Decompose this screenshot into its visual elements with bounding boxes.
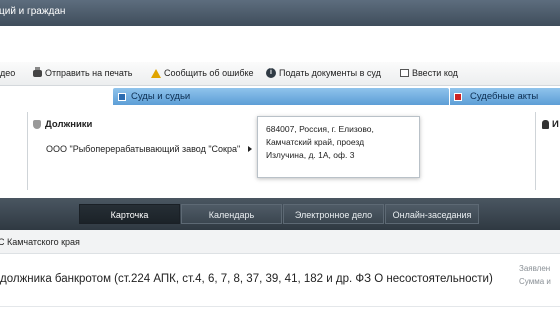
court-name-row: С Камчатского края: [0, 230, 560, 254]
tab-electronic-case-label: Электронное дело: [294, 210, 373, 220]
toolbar: део Отправить на печать Сообщить об ошиб…: [0, 62, 560, 86]
submit-documents-button[interactable]: i Подать документы в суд: [266, 68, 381, 78]
person-icon: [542, 120, 549, 129]
column-divider: [27, 112, 28, 190]
code-icon: [400, 69, 409, 77]
address-tooltip: 684007, Россия, г. Елизово, Камчатский к…: [257, 116, 420, 178]
debtor-name-link[interactable]: ООО "Рыбоперерабатывающий завод "Сокра": [46, 144, 240, 154]
enter-code-button[interactable]: Ввести код: [400, 68, 458, 78]
tab-online-hearings[interactable]: Онлайн-заседания: [385, 204, 479, 224]
info-icon: i: [266, 68, 276, 78]
warning-icon: [151, 68, 161, 78]
tab-calendar[interactable]: Календарь: [181, 204, 282, 224]
tab-card-label: Карточка: [110, 210, 149, 220]
title-bar: ций и граждан: [0, 0, 560, 26]
report-error-button[interactable]: Сообщить об ошибке: [151, 68, 254, 78]
courts-icon: [118, 93, 126, 101]
tooltip-line-3: Излучина, д. 1А, оф. 3: [266, 150, 355, 160]
court-name: С Камчатского края: [0, 237, 80, 247]
enter-code-label: Ввести код: [412, 68, 458, 78]
printer-icon: [33, 66, 42, 77]
case-description: должника банкротом (ст.224 АПК, ст.4, 6,…: [0, 273, 493, 285]
shield-icon: [33, 120, 41, 129]
tab-acts-label: Судебные акты: [470, 91, 539, 102]
debtors-heading-label: Должники: [45, 119, 93, 130]
acts-icon: [454, 93, 462, 101]
column-divider-right: [535, 112, 536, 190]
tab-card[interactable]: Карточка: [79, 204, 180, 224]
amount-label: Сумма и: [519, 277, 551, 286]
debtors-heading: Должники: [33, 119, 92, 130]
tab-court-acts[interactable]: Судебные акты: [449, 88, 560, 105]
tooltip-line-1: 684007, Россия, г. Елизово,: [266, 124, 374, 134]
video-label: део: [0, 68, 16, 78]
caret-right-icon: [248, 146, 252, 152]
right-column-heading: И: [542, 119, 559, 130]
app-window: ций и граждан део Отправить на печать Со…: [0, 0, 560, 315]
print-button[interactable]: Отправить на печать: [33, 66, 133, 78]
header-area: [0, 26, 560, 62]
claim-label: Заявлен: [519, 264, 551, 273]
window-title: ций и граждан: [0, 6, 66, 17]
tab-online-hearings-label: Онлайн-заседания: [392, 210, 472, 220]
tab-electronic-case[interactable]: Электронное дело: [283, 204, 384, 224]
report-error-label: Сообщить об ошибке: [164, 68, 254, 78]
row-divider: [0, 306, 560, 307]
video-button[interactable]: део: [0, 68, 15, 78]
submit-documents-label: Подать документы в суд: [279, 68, 381, 78]
tab-courts-and-judges[interactable]: Суды и судьи: [113, 88, 449, 105]
tooltip-line-2: Камчатский край, проезд: [266, 137, 365, 147]
tab-courts-label: Суды и судьи: [131, 91, 191, 102]
tab-calendar-label: Календарь: [208, 210, 255, 220]
right-heading-label: И: [552, 119, 559, 130]
case-nav-bar: Карточка Календарь Электронное дело Онла…: [0, 198, 560, 230]
print-label: Отправить на печать: [45, 68, 133, 78]
